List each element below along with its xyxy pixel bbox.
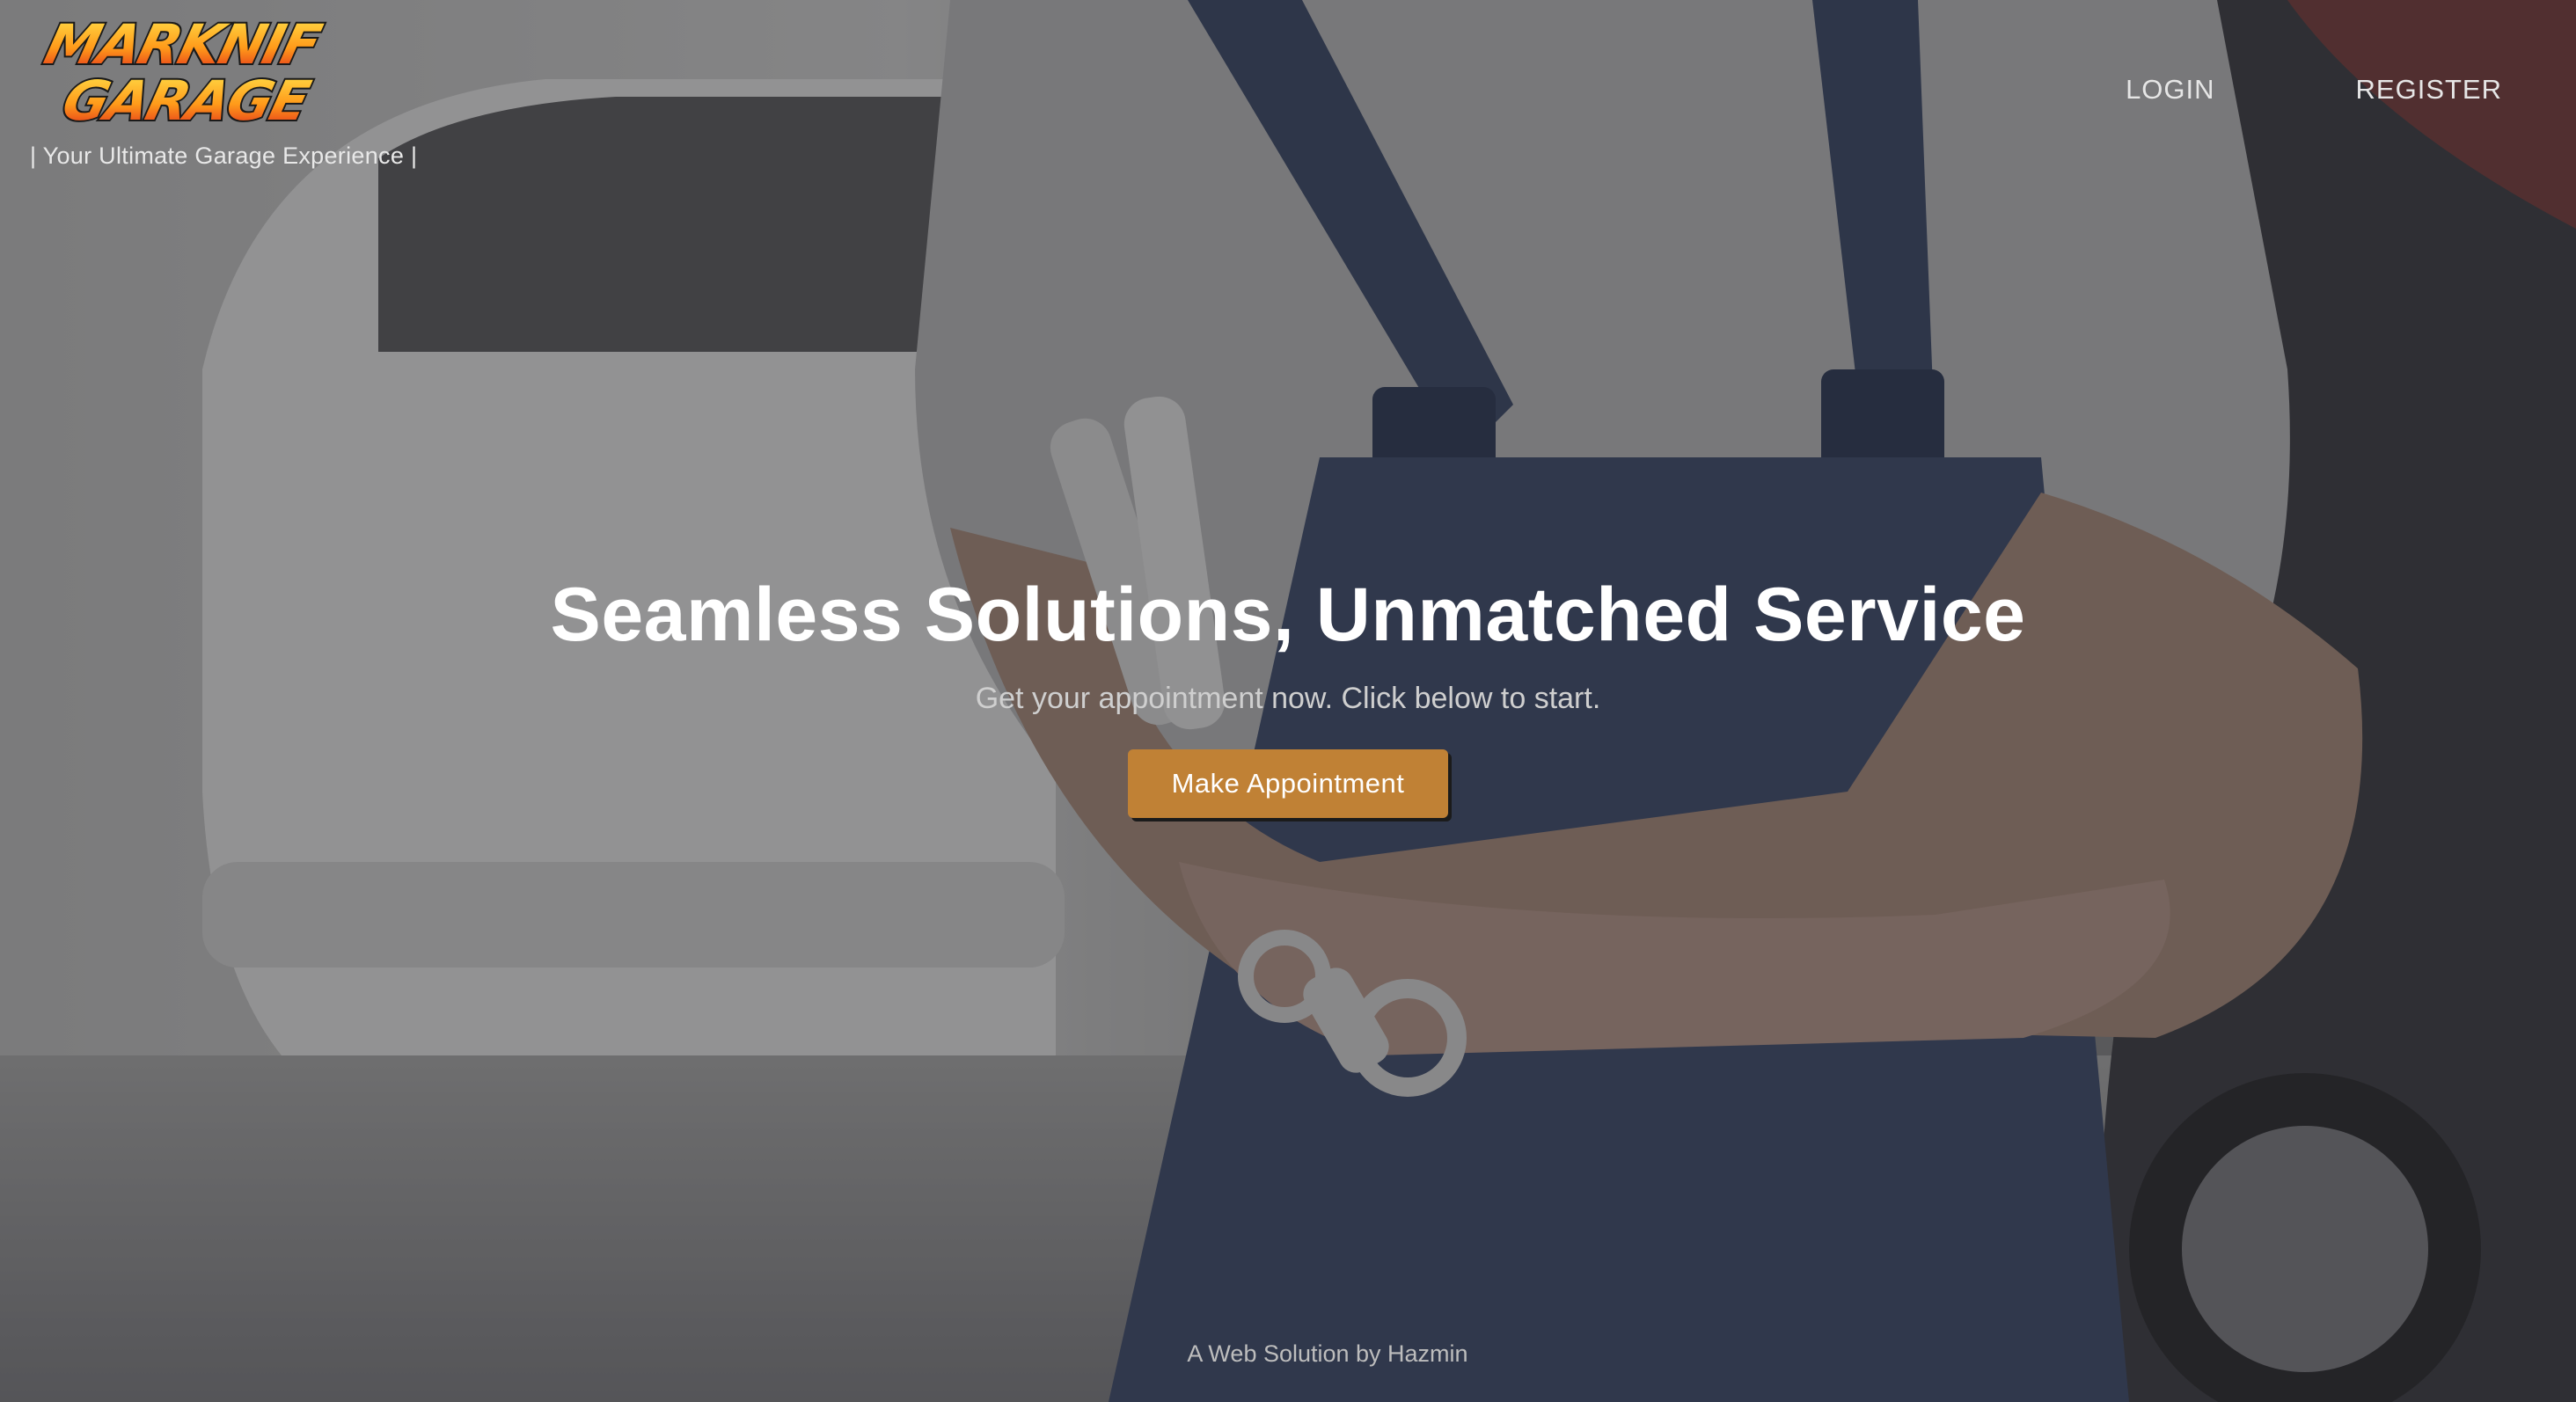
register-link[interactable]: REGISTER xyxy=(2356,74,2502,106)
hero-content: Seamless Solutions, Unmatched Service Ge… xyxy=(0,572,2576,818)
login-link[interactable]: LOGIN xyxy=(2126,74,2214,106)
marknif-garage-logo-icon: MARKNIF GARAGE xyxy=(37,11,330,135)
hero-subline: Get your appointment now. Click below to… xyxy=(975,682,1601,715)
brand-logo[interactable]: MARKNIF GARAGE xyxy=(30,11,399,135)
hero-headline: Seamless Solutions, Unmatched Service xyxy=(550,573,2026,657)
make-appointment-button[interactable]: Make Appointment xyxy=(1127,749,1449,818)
top-navigation: LOGIN REGISTER xyxy=(2126,74,2502,106)
svg-text:MARKNIF: MARKNIF xyxy=(39,13,328,77)
footer-credit: A Web Solution by Hazmin xyxy=(1187,1340,1468,1367)
svg-text:GARAGE: GARAGE xyxy=(56,69,317,133)
hero-section: MARKNIF GARAGE | Your Ultimate Garage Ex… xyxy=(0,0,2576,1402)
brand-tagline: | Your Ultimate Garage Experience | xyxy=(30,142,418,169)
